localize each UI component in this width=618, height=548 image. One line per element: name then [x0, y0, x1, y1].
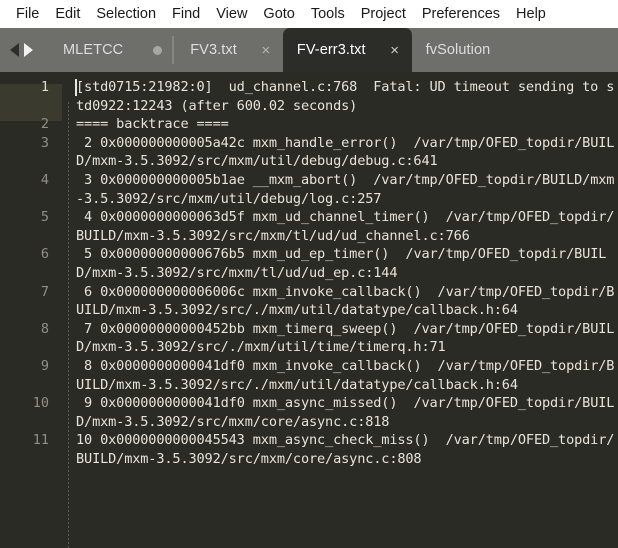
editor-area[interactable]: 1 2 3 4 5 6 7 8 9 10 11 [std0715:21982:0] ud_chann…	[0, 72, 618, 548]
arrow-left-icon[interactable]	[10, 43, 19, 57]
menu-item-help[interactable]: Help	[508, 5, 554, 24]
menu-item-view[interactable]: View	[208, 5, 255, 24]
close-icon[interactable]: ×	[259, 43, 273, 58]
menu-item-project[interactable]: Project	[353, 5, 414, 24]
tab-fv-err3-txt[interactable]: FV-err3.txt ×	[282, 28, 412, 72]
close-icon[interactable]: ×	[388, 43, 402, 58]
tab-label: MLETCC	[63, 42, 124, 58]
line-number: 1	[40, 79, 49, 95]
menu-item-edit[interactable]: Edit	[47, 5, 88, 24]
menu-item-tools[interactable]: Tools	[303, 5, 353, 24]
code-line: 6 0x000000000006006c mxm_invoke_callback…	[76, 283, 615, 319]
line-number: 7	[40, 283, 49, 300]
line-number-gutter: 1 2 3 4 5 6 7 8 9 10 11	[0, 72, 62, 548]
menu-item-file[interactable]: File	[8, 5, 47, 24]
line-number: 11	[32, 432, 49, 449]
tab-label: FV-err3.txt	[296, 42, 366, 58]
code-line: 3 0x000000000005b1ae __mxm_abort() /var/…	[76, 171, 615, 207]
line-number: 3	[40, 134, 49, 151]
tab-nav-arrows	[0, 28, 43, 72]
code-line: 7 0x00000000000452bb mxm_timerq_sweep() …	[76, 320, 615, 356]
code-line: [std0715:21982:0] ud_channel.c:768 Fatal…	[76, 79, 615, 114]
code-line: 5 0x00000000000676b5 mxm_ud_ep_timer() /…	[76, 246, 607, 281]
line-number: 4	[40, 171, 49, 188]
tab-mletcc[interactable]: MLETCC	[43, 28, 170, 72]
line-number: 6	[40, 246, 49, 263]
code-content[interactable]: [std0715:21982:0] ud_channel.c:768 Fatal…	[62, 72, 618, 548]
line-number: 10	[32, 395, 49, 412]
tab-fv3-txt[interactable]: FV3.txt ×	[176, 28, 283, 72]
tab-bar: MLETCC FV3.txt × FV-err3.txt × fvSolutio…	[0, 28, 618, 72]
code-line-list: [std0715:21982:0] ud_channel.c:768 Fatal…	[62, 78, 618, 468]
text-cursor	[75, 79, 77, 96]
tab-label: FV3.txt	[190, 42, 237, 58]
code-line: 8 0x0000000000041df0 mxm_invoke_callback…	[76, 357, 615, 393]
line-number: 5	[40, 209, 49, 226]
tab-label: fvSolution	[425, 42, 491, 58]
unsaved-dot-icon	[153, 45, 163, 55]
code-line: ==== backtrace ====	[76, 116, 229, 133]
code-line: 10 0x0000000000045543 mxm_async_check_mi…	[76, 432, 615, 467]
code-line: 9 0x0000000000041df0 mxm_async_missed() …	[76, 395, 615, 430]
code-line: 4 0x0000000000063d5f mxm_ud_channel_time…	[76, 209, 615, 244]
tab-list: MLETCC FV3.txt × FV-err3.txt × fvSolutio…	[43, 28, 618, 72]
text-editor-window: File Edit Selection Find View Goto Tools…	[0, 0, 618, 548]
line-number: 2	[40, 116, 49, 133]
menu-bar: File Edit Selection Find View Goto Tools…	[0, 0, 618, 28]
line-number: 9	[40, 357, 49, 374]
tab-divider	[172, 36, 175, 64]
arrow-right-icon[interactable]	[24, 43, 33, 57]
menu-item-selection[interactable]: Selection	[88, 5, 164, 24]
menu-item-preferences[interactable]: Preferences	[414, 5, 508, 24]
menu-item-find[interactable]: Find	[164, 5, 208, 24]
menu-item-goto[interactable]: Goto	[255, 5, 302, 24]
line-number: 8	[40, 320, 49, 337]
line-number-list: 1 2 3 4 5 6 7 8 9 10 11	[0, 78, 62, 468]
code-line: 2 0x000000000005a42c mxm_handle_error() …	[76, 134, 615, 170]
tab-fvsolution[interactable]: fvSolution	[412, 28, 501, 72]
